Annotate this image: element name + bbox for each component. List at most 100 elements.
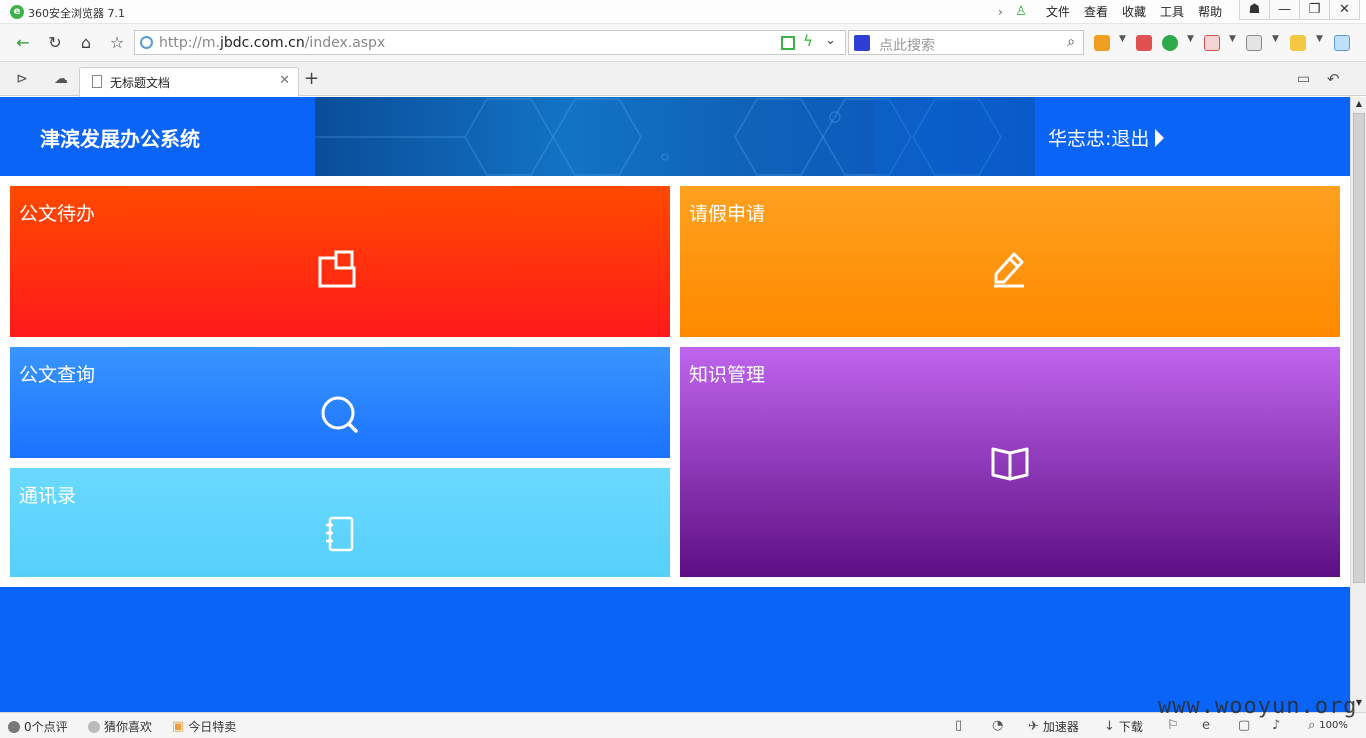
search-icon [321,396,358,433]
caret-icon[interactable]: ▼ [1119,34,1126,44]
caret-icon[interactable]: ▼ [1316,34,1323,44]
favorite-star-icon[interactable]: ☆ [106,32,128,54]
baidu-paw-icon[interactable] [854,35,870,51]
caret-icon[interactable]: ▼ [1229,34,1236,44]
lightning-icon[interactable]: ϟ [803,32,813,50]
mobile-icon[interactable]: ▯ [955,718,966,733]
tile-label: 通讯录 [19,485,77,507]
download-label[interactable]: 下载 [1119,718,1143,735]
volume-icon[interactable]: ♪ [1272,718,1284,733]
watermark-text: www.wooyun.org [1158,694,1358,719]
tile-label: 公文待办 [19,203,96,225]
search-placeholder[interactable]: 点此搜索 [879,35,935,55]
zoom-magnifier-icon: ⌕ [1308,718,1316,733]
chevron-right-icon[interactable]: › [998,5,1010,19]
cloud-icon[interactable]: ☁ [52,71,70,89]
apps-icon[interactable] [1094,35,1110,51]
tab-title: 无标题文档 [110,76,171,90]
tile-label: 知识管理 [689,364,766,386]
deals-item[interactable]: ▣ 今日特卖 [172,718,236,735]
scroll-up-arrow-icon[interactable]: ▲ [1353,99,1365,111]
folder-icon [318,250,356,288]
page-footer-band [0,587,1350,712]
gift-icon: ▣ [172,719,185,734]
menu-file[interactable]: 文件 [1046,3,1070,20]
hexagon-banner [315,97,1035,176]
comment-icon [8,720,20,733]
browser-menu: › ♙ 文件 查看 收藏 工具 帮助 [998,3,1222,20]
minimize-button[interactable]: — [1269,0,1300,20]
tile-document-search[interactable]: 公文查询 [10,347,670,458]
qrcode-icon[interactable] [781,36,795,50]
sidebar-toggle-icon[interactable]: ⊳ [13,71,31,89]
pdf-icon[interactable] [1204,35,1220,51]
document-icon [92,75,102,88]
comments-item[interactable]: 0个点评 [8,718,68,735]
system-title: 津滨发展办公系统 [40,127,200,151]
logout-link[interactable]: 华志忠:退出 [1048,124,1165,151]
globe-icon [140,36,153,49]
flag-icon[interactable]: ⚐ [1167,718,1183,733]
hexagon-pattern [315,97,1035,176]
book-icon [991,447,1029,481]
menu-favorites[interactable]: 收藏 [1122,3,1146,20]
undo-close-icon[interactable]: ↶ [1327,70,1340,88]
caret-icon[interactable]: ▼ [1187,34,1194,44]
shield-icon[interactable] [1162,35,1178,51]
zoom-label[interactable]: 100% [1319,720,1348,731]
page-viewport: 津滨发展办公系统 华志忠:退出 公文待办 请假申请 公文查询 知识管理 通讯录 [0,97,1350,712]
chevron-down-icon[interactable]: ⌄ [825,33,836,48]
coupon-icon[interactable] [1290,35,1306,51]
address-url[interactable]: http://m.jbdc.com.cn/index.aspx [159,35,385,51]
comments-label[interactable]: 0个点评 [24,718,68,735]
guess-label[interactable]: 猜你喜欢 [104,718,152,735]
download-arrow-icon: ↓ [1104,719,1115,734]
download-item[interactable]: ↓ 下载 [1104,718,1143,735]
tile-knowledge-management[interactable]: 知识管理 [680,347,1340,577]
speed-icon[interactable]: ◔ [992,718,1007,733]
find-icon[interactable] [1334,35,1350,51]
back-button[interactable]: ← [12,32,34,54]
close-button[interactable]: ✕ [1329,0,1360,20]
skin-icon[interactable]: ☗ [1239,0,1270,20]
search-icon[interactable]: ⌕ [1067,34,1075,50]
tile-contacts[interactable]: 通讯录 [10,468,670,577]
zoom-item[interactable]: ⌕ 100% [1308,718,1348,733]
menu-view[interactable]: 查看 [1084,3,1108,20]
accelerator-item[interactable]: ✈ 加速器 [1028,718,1079,735]
search-box[interactable]: 点此搜索 ⌕ [848,30,1084,55]
page-header: 津滨发展办公系统 华志忠:退出 [0,97,1350,176]
user-logout-label[interactable]: 华志忠:退出 [1048,124,1149,151]
new-tab-button[interactable]: + [304,68,319,89]
notebook-icon [326,516,354,552]
tab-bar: ⊳ ☁ 无标题文档 ✕ + ▭ ↶ [0,62,1366,97]
caret-icon[interactable]: ▼ [1272,34,1279,44]
refresh-button[interactable]: ↻ [44,32,66,54]
window-icon[interactable]: ▢ [1238,718,1254,733]
tile-label: 公文查询 [19,364,96,386]
user-icon[interactable]: ♙ [1010,4,1032,20]
vertical-scrollbar[interactable]: ▲ ▼ [1350,97,1366,712]
tile-pending-documents[interactable]: 公文待办 [10,186,670,337]
tab-list-icon[interactable]: ▭ [1297,71,1310,87]
restore-button[interactable]: ❐ [1299,0,1330,20]
address-bar[interactable]: http://m.jbdc.com.cn/index.aspx ϟ ⌄ [134,30,846,55]
calendar-icon[interactable] [1136,35,1152,51]
guess-item[interactable]: 猜你喜欢 [88,718,152,735]
menu-help[interactable]: 帮助 [1198,3,1222,20]
window-controls: ☗ — ❐ ✕ [1239,0,1360,20]
game-icon[interactable] [1246,35,1262,51]
triangle-right-icon [1155,128,1165,147]
deals-label[interactable]: 今日特卖 [188,718,236,735]
app-title: 360安全浏览器 7.1 [28,7,125,20]
ie-icon[interactable]: e [1202,718,1214,733]
browser-toolbar: ← ↻ ⌂ ☆ http://m.jbdc.com.cn/index.aspx … [0,24,1366,62]
tab-close-icon[interactable]: ✕ [279,73,290,88]
scroll-thumb[interactable] [1353,113,1365,583]
tile-leave-request[interactable]: 请假申请 [680,186,1340,337]
home-button[interactable]: ⌂ [75,32,97,54]
browser-logo-icon: e [10,5,24,19]
accelerator-label[interactable]: 加速器 [1043,718,1079,735]
menu-tools[interactable]: 工具 [1160,3,1184,20]
tab-active[interactable]: 无标题文档 ✕ [79,67,299,97]
